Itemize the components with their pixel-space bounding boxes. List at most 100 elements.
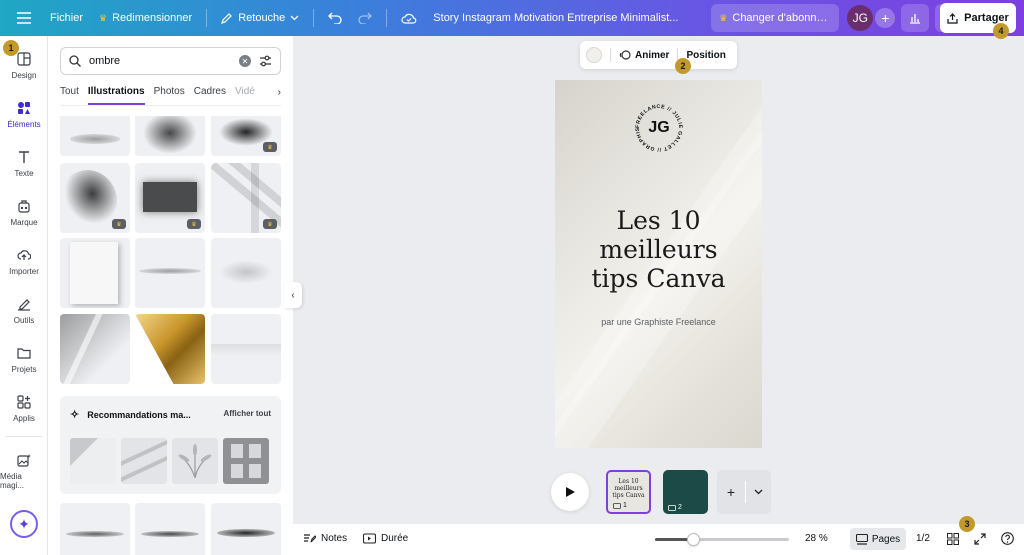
category-tabs: Tout Illustrations Photos Cadres Vidé xyxy=(60,86,281,106)
page-thumbnail-1[interactable]: Les 10 meilleurs tips Canva 1 xyxy=(606,470,651,514)
grid-icon xyxy=(947,533,959,545)
headline[interactable]: Les 10 meilleurs tips Canva xyxy=(565,206,752,293)
rail-label: Applis xyxy=(13,414,35,423)
text-icon xyxy=(19,151,29,163)
edit-menu[interactable]: Retouche xyxy=(213,4,307,32)
rail-item-apps[interactable]: Applis xyxy=(0,395,48,423)
animate-button[interactable]: Animer xyxy=(619,49,669,61)
step-badge: 3 xyxy=(959,516,975,532)
design-page[interactable]: FREELANCE // JULIE GALLET // GRAPHISTE J… xyxy=(555,80,762,448)
recommendation-item[interactable] xyxy=(172,438,218,484)
upgrade-label: Changer d'abonne... xyxy=(732,12,832,24)
zoom-value[interactable]: 28 % xyxy=(805,533,828,544)
shadow-result[interactable] xyxy=(211,238,281,308)
notes-label: Notes xyxy=(321,533,348,544)
duration-button[interactable]: Durée xyxy=(363,533,408,544)
zoom-slider[interactable] xyxy=(655,533,789,546)
rail-label: Média magi... xyxy=(0,472,25,490)
chevron-down-icon xyxy=(290,15,299,21)
divider xyxy=(386,9,388,27)
animate-icon xyxy=(619,50,631,60)
add-collaborator-button[interactable]: + xyxy=(875,8,896,28)
folder-icon xyxy=(17,348,31,359)
add-page-options-button[interactable] xyxy=(746,487,771,497)
tab-videos[interactable]: Vidé xyxy=(235,86,255,105)
step-badge: 4 xyxy=(993,23,1009,39)
rail-label: Outils xyxy=(13,316,35,325)
file-menu[interactable]: Fichier xyxy=(42,4,91,32)
add-page-button[interactable]: + xyxy=(717,484,745,500)
upload-icon xyxy=(947,12,958,24)
shadow-result[interactable]: ♛ xyxy=(135,163,205,233)
tab-frames[interactable]: Cadres xyxy=(194,86,226,105)
rail-item-brand[interactable]: Marque xyxy=(0,199,48,227)
help-icon xyxy=(1001,532,1014,545)
cloud-check-icon xyxy=(401,13,417,24)
recommendation-item[interactable] xyxy=(223,438,269,484)
upgrade-button[interactable]: ♛ Changer d'abonne... xyxy=(711,4,840,32)
elements-panel: ✕ Tout Illustrations Photos Cadres Vidé … xyxy=(48,36,293,555)
headline-line: Les 10 xyxy=(616,206,701,235)
shadow-result[interactable] xyxy=(211,503,281,555)
notes-button[interactable]: Notes xyxy=(303,533,347,544)
search-icon xyxy=(69,55,81,67)
shadow-result[interactable]: ♛ xyxy=(60,163,130,233)
headline-line: meilleurs xyxy=(599,235,718,264)
menu-icon[interactable] xyxy=(6,4,42,32)
byline[interactable]: par une Graphiste Freelance xyxy=(565,317,752,327)
cloud-save-button[interactable] xyxy=(393,4,425,32)
rail-item-projects[interactable]: Projets xyxy=(0,346,48,374)
divider xyxy=(610,48,611,62)
avatar[interactable]: JG xyxy=(847,5,874,31)
leaves-shadow-icon xyxy=(178,444,212,479)
show-all-link[interactable]: Afficher tout xyxy=(223,409,271,418)
insights-button[interactable] xyxy=(901,4,930,32)
grid-view-button[interactable] xyxy=(947,533,959,548)
zoom-slider-knob[interactable] xyxy=(687,533,700,546)
recommendation-item[interactable] xyxy=(70,438,116,484)
rail-item-upload[interactable]: Importer xyxy=(0,248,48,276)
search-box[interactable]: ✕ xyxy=(60,47,281,75)
background-color-swatch[interactable] xyxy=(586,47,602,63)
shadow-result[interactable] xyxy=(60,503,130,555)
page-thumbnail-2[interactable]: 2 xyxy=(663,470,708,514)
magic-assistant-button[interactable]: ✦ xyxy=(10,510,38,538)
play-button[interactable] xyxy=(551,473,589,511)
tab-photos[interactable]: Photos xyxy=(154,86,185,105)
shadow-result[interactable] xyxy=(211,314,281,384)
divider xyxy=(313,9,315,27)
timer-icon xyxy=(363,533,376,544)
shadow-result[interactable] xyxy=(60,314,130,384)
clear-icon[interactable]: ✕ xyxy=(239,55,251,67)
recommendation-item[interactable] xyxy=(121,438,167,484)
duration-label: Durée xyxy=(381,533,409,544)
resize-button[interactable]: ♛ Redimensionner xyxy=(91,4,200,32)
shadow-result[interactable] xyxy=(60,238,130,308)
document-title[interactable]: Story Instagram Motivation Entreprise Mi… xyxy=(433,12,701,24)
undo-button[interactable] xyxy=(320,4,350,32)
shadow-result[interactable]: ♛ xyxy=(211,163,281,233)
resize-label: Redimensionner xyxy=(112,12,193,24)
bar-chart-icon xyxy=(910,13,921,24)
rail-item-elements[interactable]: Éléments xyxy=(0,101,48,129)
thumbnail-text: Les 10 meilleurs tips Canva xyxy=(608,478,649,499)
fullscreen-button[interactable] xyxy=(974,533,986,548)
rail-item-magic-media[interactable]: Média magi... xyxy=(0,453,48,490)
page-curl-result[interactable] xyxy=(135,314,205,384)
search-input[interactable] xyxy=(89,55,231,67)
redo-button[interactable] xyxy=(350,4,380,32)
tab-all[interactable]: Tout xyxy=(60,86,79,105)
redo-icon xyxy=(358,12,373,24)
shadow-result[interactable] xyxy=(135,503,205,555)
help-button[interactable] xyxy=(1001,532,1014,548)
rail-item-tools[interactable]: Outils xyxy=(0,297,48,325)
rail-item-design[interactable]: Design xyxy=(0,52,48,80)
position-button[interactable]: Position xyxy=(686,50,725,61)
collapse-panel-button[interactable]: ‹ xyxy=(284,282,302,308)
filter-icon[interactable] xyxy=(259,55,272,67)
rail-item-text[interactable]: Texte xyxy=(0,150,48,178)
tabs-next-icon[interactable]: › xyxy=(274,87,281,98)
shadow-result[interactable] xyxy=(135,238,205,308)
tab-illustrations[interactable]: Illustrations xyxy=(87,86,145,105)
pages-button[interactable]: Pages xyxy=(850,528,906,550)
